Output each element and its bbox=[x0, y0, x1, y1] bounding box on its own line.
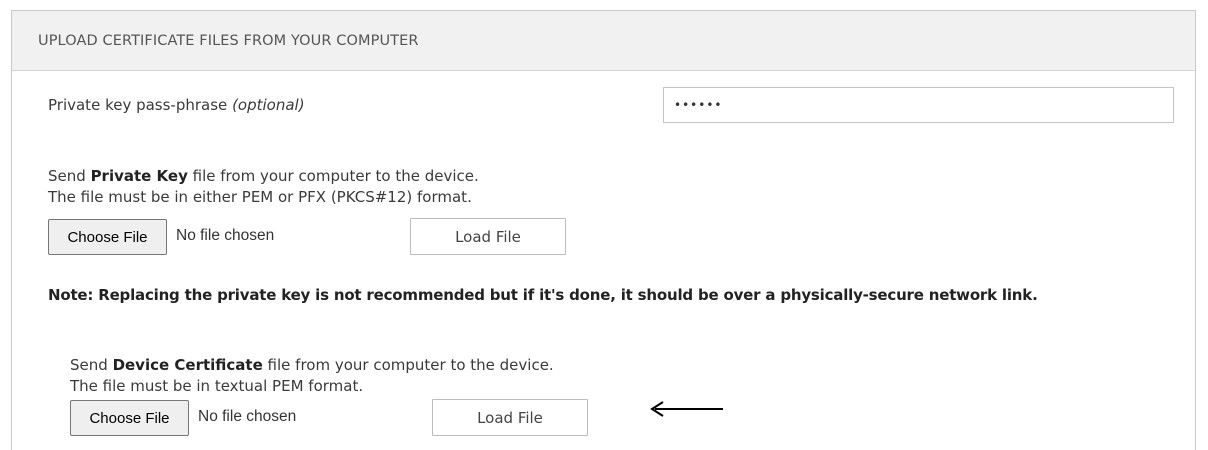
passphrase-label: Private key pass-phrase (optional) bbox=[48, 96, 305, 114]
device-cert-format-text: The file must be in textual PEM format. bbox=[70, 377, 364, 395]
private-key-line1-post: file from your computer to the device. bbox=[192, 167, 479, 185]
panel-title: UPLOAD CERTIFICATE FILES FROM YOUR COMPU… bbox=[38, 32, 419, 49]
passphrase-optional-label: (optional) bbox=[232, 96, 305, 114]
device-cert-no-file-label: No file chosen bbox=[198, 408, 297, 425]
private-key-line1-bold: Private Key bbox=[90, 167, 188, 185]
passphrase-input[interactable]: •••••• bbox=[663, 87, 1174, 123]
device-cert-instructions: Send Device Certificate file from your c… bbox=[70, 356, 554, 374]
private-key-note: Note: Replacing the private key is not r… bbox=[48, 286, 1038, 304]
device-cert-line1-post: file from your computer to the device. bbox=[267, 356, 554, 374]
private-key-no-file-label: No file chosen bbox=[176, 227, 275, 244]
private-key-choose-file-button[interactable]: Choose File bbox=[48, 219, 167, 255]
private-key-format-text: The file must be in either PEM or PFX (P… bbox=[48, 188, 472, 206]
passphrase-value: •••••• bbox=[674, 98, 723, 112]
private-key-load-file-button[interactable]: Load File bbox=[410, 218, 566, 255]
private-key-instructions: Send Private Key file from your computer… bbox=[48, 167, 479, 185]
left-arrow-icon bbox=[650, 401, 723, 417]
device-cert-line1-bold: Device Certificate bbox=[112, 356, 263, 374]
passphrase-label-text: Private key pass-phrase bbox=[48, 96, 228, 114]
private-key-line1-pre: Send bbox=[48, 167, 86, 185]
panel-header: UPLOAD CERTIFICATE FILES FROM YOUR COMPU… bbox=[12, 11, 1195, 71]
device-cert-line1-pre: Send bbox=[70, 356, 108, 374]
device-cert-choose-file-button[interactable]: Choose File bbox=[70, 400, 189, 436]
device-cert-load-file-button[interactable]: Load File bbox=[432, 399, 588, 436]
